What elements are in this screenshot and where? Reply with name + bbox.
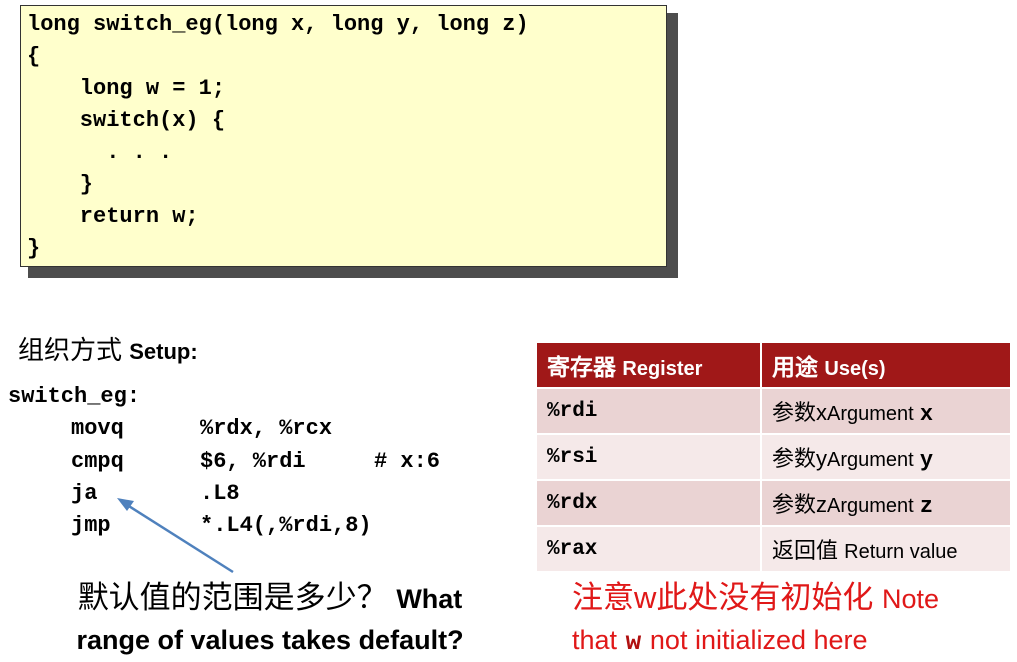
note-var-w: w xyxy=(625,627,642,657)
register-name: %rdi xyxy=(535,387,762,435)
use-cn: 参数y xyxy=(772,446,828,471)
use-cn: 参数z xyxy=(772,492,828,517)
register-use: 参数xArgument x xyxy=(760,387,1012,435)
use-var: x xyxy=(919,402,934,427)
note-en-c: not initialized here xyxy=(649,625,868,655)
note-en-a: Note xyxy=(882,584,940,614)
header-register: 寄存器 Register xyxy=(535,341,762,389)
use-en: Return value xyxy=(844,541,958,563)
use-en: Argument xyxy=(827,403,914,425)
header-uses-cn: 用途 xyxy=(772,354,818,380)
register-name: %rdx xyxy=(535,479,762,527)
use-cn: 返回值 xyxy=(772,538,839,563)
register-table: 寄存器 Register 用途 Use(s) %rdi 参数xArgument … xyxy=(535,341,1012,573)
default-range-question: 默认值的范围是多少？ What range of values takes de… xyxy=(40,578,500,660)
table-row: %rdx 参数zArgument z xyxy=(535,479,1012,527)
register-use: 参数yArgument y xyxy=(760,433,1012,481)
use-var: z xyxy=(919,494,934,519)
register-name: %rax xyxy=(535,525,762,573)
use-var: y xyxy=(919,448,934,473)
register-use: 返回值 Return value xyxy=(760,525,1012,573)
table-row: %rdi 参数xArgument x xyxy=(535,387,1012,435)
table-row: %rax 返回值 Return value xyxy=(535,525,1012,573)
use-en: Argument xyxy=(827,449,914,471)
question-en-2: range of values takes default? xyxy=(76,625,464,655)
use-cn: 参数x xyxy=(772,400,828,425)
question-cn: 默认值的范围是多少？ xyxy=(77,580,388,615)
register-use: 参数zArgument z xyxy=(760,479,1012,527)
use-en: Argument xyxy=(827,495,914,517)
note-en-b: that xyxy=(572,625,618,655)
header-register-cn: 寄存器 xyxy=(547,354,616,380)
header-uses-en: Use(s) xyxy=(824,358,886,380)
uninitialized-note: 注意w此处没有初始化 Note that w not initialized h… xyxy=(572,578,1012,662)
question-en-1: What xyxy=(396,584,463,614)
note-cn: 注意w此处没有初始化 xyxy=(572,580,874,615)
table-row: %rsi 参数yArgument y xyxy=(535,433,1012,481)
table-header-row: 寄存器 Register 用途 Use(s) xyxy=(535,341,1012,389)
header-register-en: Register xyxy=(622,358,703,380)
register-name: %rsi xyxy=(535,433,762,481)
header-uses: 用途 Use(s) xyxy=(760,341,1012,389)
